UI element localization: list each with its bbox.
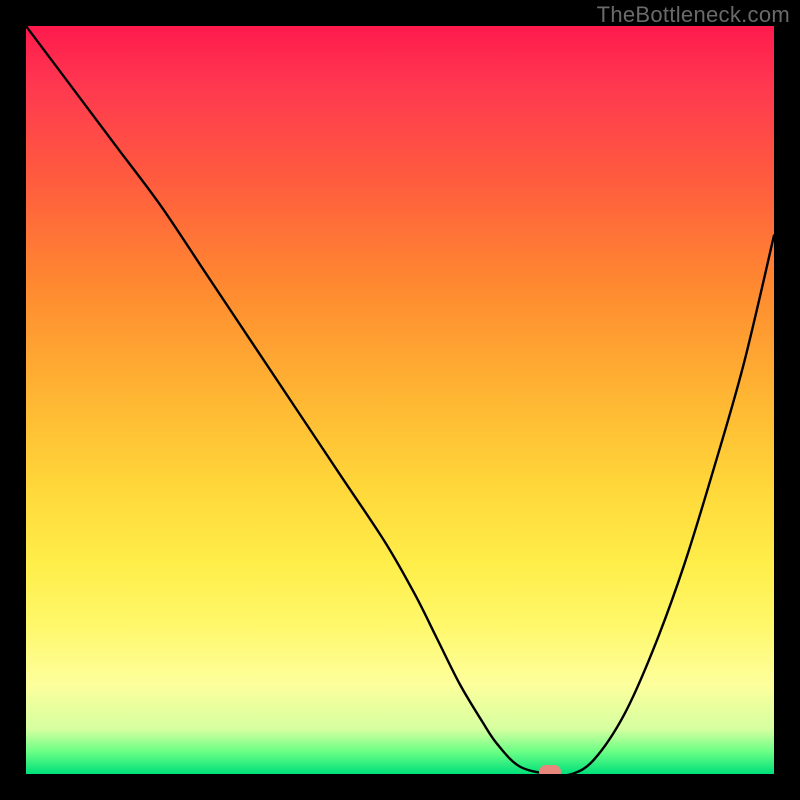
curve-path: [26, 26, 774, 774]
optimal-point-marker: [539, 765, 561, 774]
bottleneck-curve: [26, 26, 774, 774]
watermark-text: TheBottleneck.com: [597, 2, 790, 28]
chart-stage: TheBottleneck.com: [0, 0, 800, 800]
plot-area: [26, 26, 774, 774]
